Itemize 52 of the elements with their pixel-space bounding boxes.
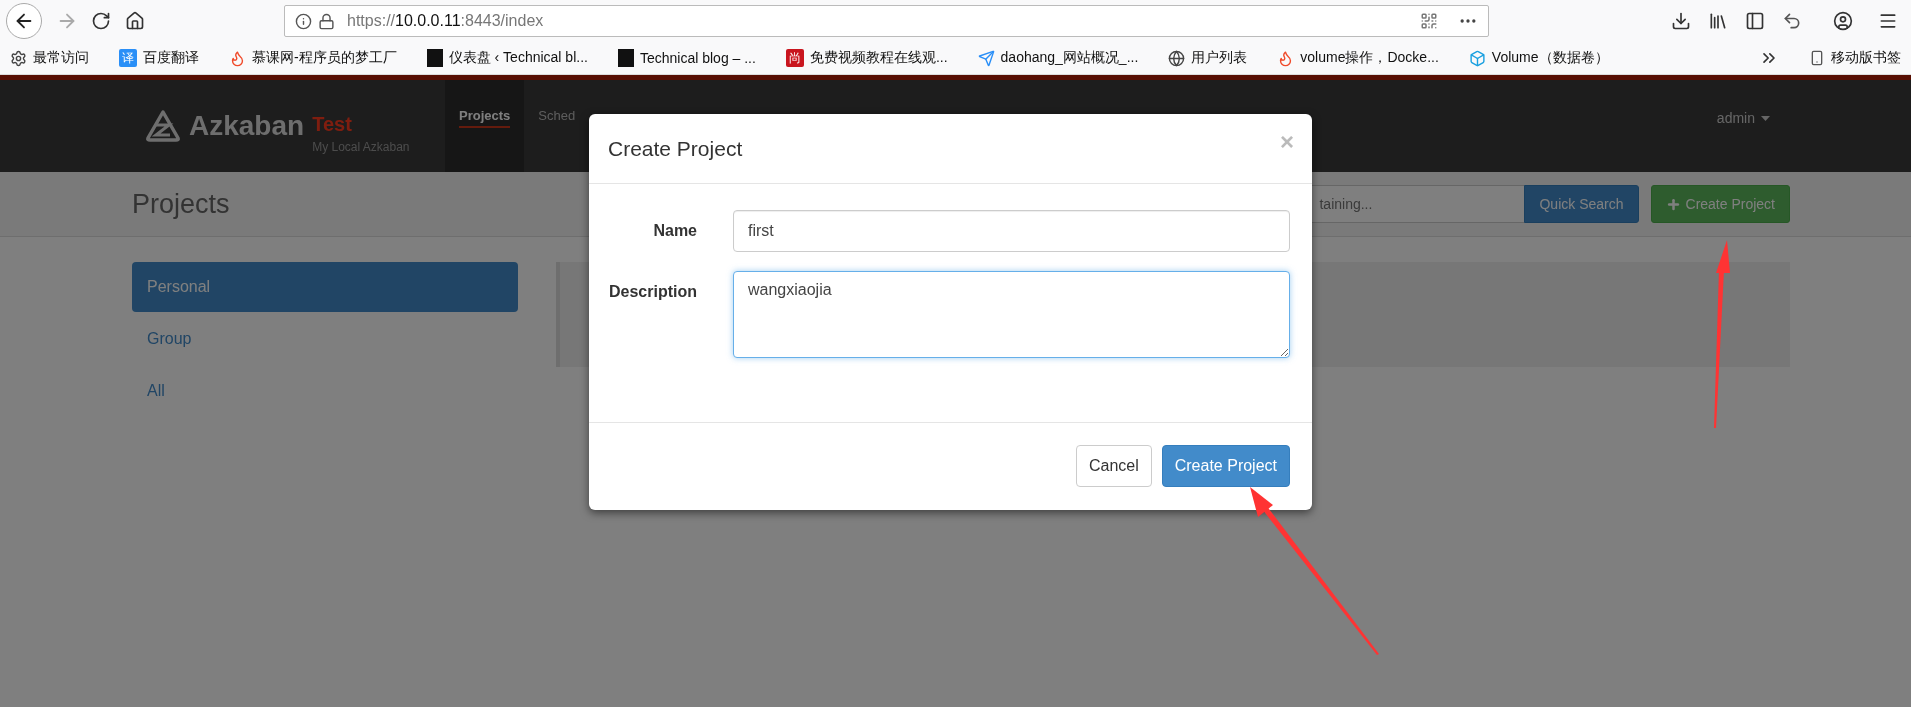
paper-plane-icon [977, 49, 995, 67]
field-label: Description [608, 282, 697, 301]
name-field[interactable]: first [733, 210, 1290, 252]
logo-icon [145, 109, 181, 143]
menu-icon [1878, 11, 1898, 31]
bookmark-item[interactable]: Technical blog – ... [617, 49, 756, 67]
cancel-button[interactable]: Cancel [1075, 445, 1152, 487]
sidebar-icon [1745, 11, 1765, 31]
description-field[interactable]: wangxiaojia [733, 271, 1290, 358]
dark-thumbnail-icon [617, 49, 634, 67]
bookmark-label: Technical blog – ... [639, 50, 756, 66]
bookmark-item[interactable]: 尚 免费视频教程在线观... [785, 49, 948, 67]
bookmark-label: 免费视频教程在线观... [809, 49, 948, 67]
bookmark-label: 移动版书签 [1831, 49, 1901, 67]
caret-icon [1761, 116, 1770, 122]
home-icon [125, 11, 145, 31]
badge-icon: 尚 [785, 49, 804, 67]
field-label: Name [652, 221, 697, 240]
bookmark-item[interactable]: 最常访问 [10, 49, 89, 67]
url-text: https://10.0.0.11:8443/index [347, 12, 545, 30]
lock-warning-icon [318, 12, 335, 30]
back-button[interactable] [6, 3, 42, 39]
globe-icon [1168, 49, 1186, 67]
bookmark-label: 百度翻译 [143, 49, 199, 67]
brand-name: Azkaban [189, 110, 305, 142]
plus-icon [1665, 196, 1681, 212]
flame-icon [229, 49, 246, 67]
bookmark-label: Volume（数据卷） [1491, 49, 1609, 67]
environment-label: Test [312, 112, 353, 136]
bookmark-item[interactable]: 译 百度翻译 [119, 49, 199, 67]
translate-icon: 译 [119, 49, 137, 67]
library-icon [1708, 11, 1728, 31]
info-icon [295, 12, 312, 30]
bookmark-item[interactable]: Volume（数据卷） [1468, 49, 1609, 67]
submit-button[interactable]: Create Project [1161, 445, 1290, 487]
undo-arrow-icon [1782, 11, 1802, 31]
page-title: Projects [132, 188, 230, 220]
mobile-bookmarks-item[interactable]: 移动版书签 [1809, 49, 1901, 67]
dark-thumbnail-icon [426, 49, 443, 67]
dialog-title: Create Project [608, 136, 743, 161]
qr-code-icon[interactable] [1420, 12, 1438, 30]
bookmark-item[interactable]: 用户列表 [1168, 49, 1248, 67]
bookmark-label: 最常访问 [33, 49, 89, 67]
gear-icon [10, 49, 27, 67]
reload-icon [91, 11, 111, 31]
cube-icon [1468, 49, 1486, 67]
nav-tab[interactable]: Projects [445, 80, 525, 172]
address-bar[interactable]: https://10.0.0.11:8443/index [284, 5, 1489, 37]
phone-icon [1809, 50, 1825, 66]
bookmark-label: 用户列表 [1191, 49, 1248, 67]
download-icon [1671, 11, 1691, 31]
account-icon [1833, 11, 1853, 31]
